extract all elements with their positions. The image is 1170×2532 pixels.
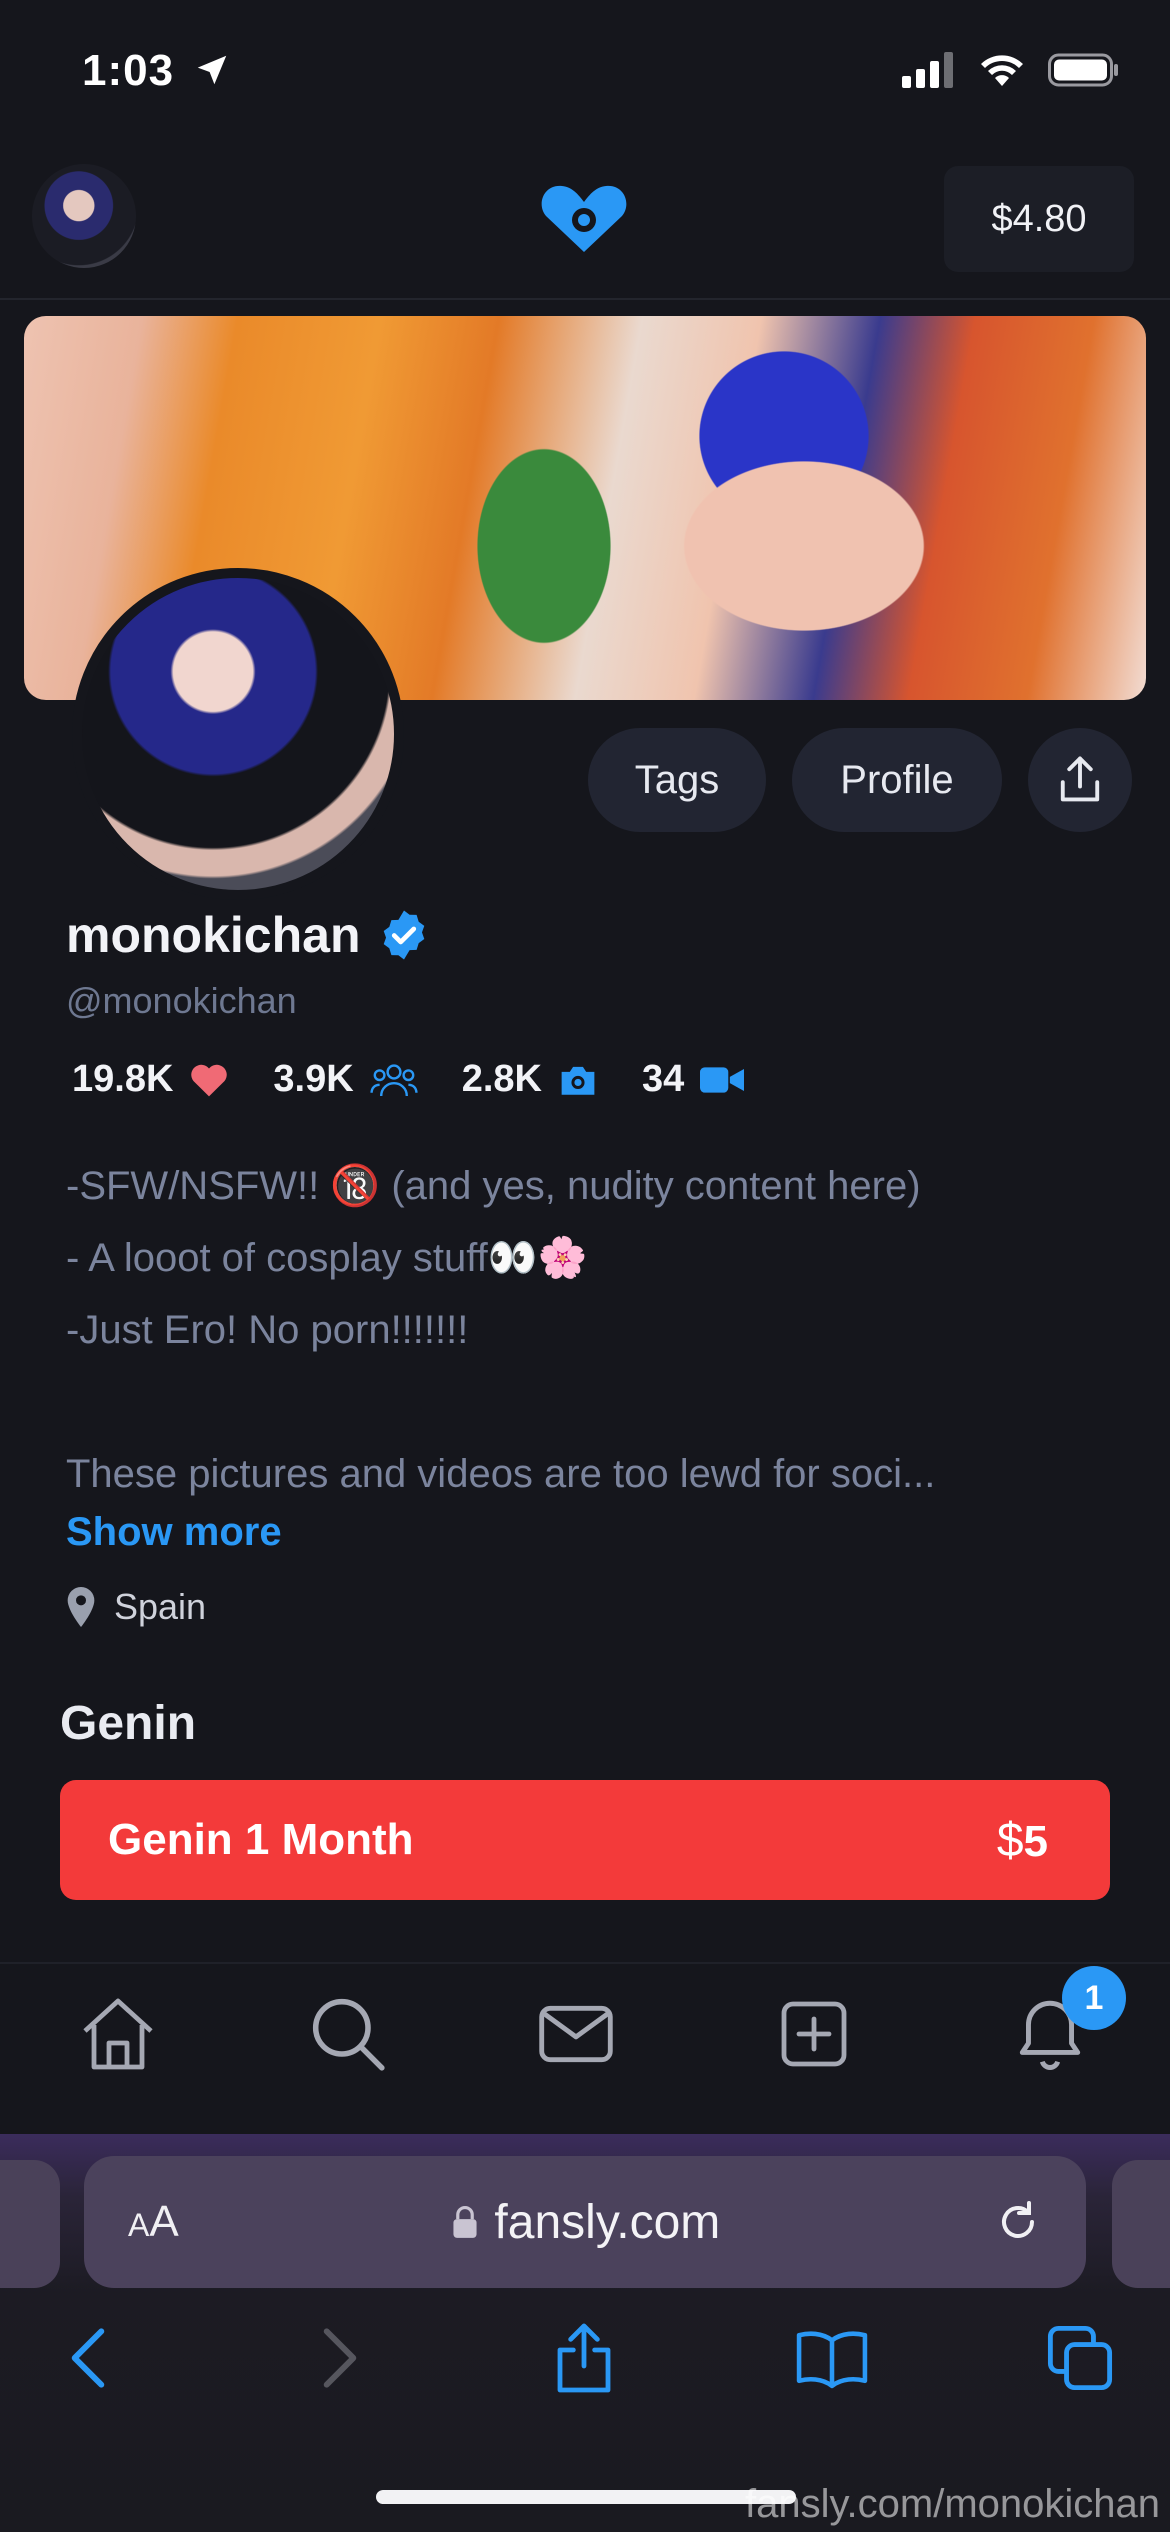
- wallet-balance-button[interactable]: $4.80: [944, 166, 1134, 272]
- battery-icon: [1048, 53, 1118, 87]
- tags-button[interactable]: Tags: [588, 728, 766, 832]
- share-profile-button[interactable]: [1028, 728, 1132, 832]
- fansly-heart-logo-icon[interactable]: [538, 180, 630, 261]
- tier-label: Genin 1 Month: [108, 1815, 414, 1864]
- share-icon: [1060, 756, 1100, 802]
- tier-price: $5: [996, 1813, 1048, 1867]
- adjacent-tab-right[interactable]: [1112, 2160, 1170, 2288]
- bookmarks-icon[interactable]: [792, 2318, 872, 2398]
- heart-icon: [191, 1064, 228, 1096]
- video-icon: [700, 1066, 745, 1093]
- create-post-icon[interactable]: [772, 1992, 856, 2076]
- notification-count-badge: 1: [1062, 1966, 1126, 2030]
- home-indicator: [376, 2490, 796, 2504]
- username-handle: @monokichan: [66, 980, 297, 1021]
- profile-stats: 19.8K 3.9K 2.8K 34: [72, 1058, 745, 1101]
- subscribe-tier-button[interactable]: Genin 1 Month $5: [60, 1780, 1110, 1900]
- profile-button[interactable]: Profile: [792, 728, 1002, 832]
- profile-bio: -SFW/NSFW!! 🔞 (and yes, nudity content h…: [66, 1150, 1116, 1510]
- back-icon[interactable]: [48, 2318, 128, 2398]
- forward-icon[interactable]: [300, 2318, 380, 2398]
- bio-line: -SFW/NSFW!! 🔞 (and yes, nudity content h…: [66, 1164, 921, 1208]
- profile-avatar[interactable]: [72, 568, 404, 900]
- tier-heading: Genin: [60, 1697, 197, 1750]
- my-avatar[interactable]: [32, 164, 136, 268]
- likes-stat[interactable]: 19.8K: [72, 1058, 229, 1101]
- lock-icon: [453, 2206, 477, 2238]
- messages-icon[interactable]: [534, 1992, 618, 2076]
- verified-badge-icon: [384, 910, 425, 960]
- bio-line: These pictures and videos are too lewd f…: [66, 1452, 936, 1496]
- signal-icon: [902, 52, 953, 88]
- reload-icon[interactable]: [994, 2198, 1042, 2246]
- status-icons: [902, 52, 1120, 88]
- followers-icon: [370, 1063, 418, 1096]
- wifi-icon: [981, 55, 1023, 86]
- balance-amount: $4.80: [991, 197, 1087, 240]
- text-size-button[interactable]: AA: [128, 2197, 179, 2247]
- camera-icon: [561, 1066, 595, 1095]
- home-icon[interactable]: [76, 1992, 160, 2076]
- show-more-link[interactable]: Show more: [66, 1510, 282, 1555]
- status-time: 1:03: [82, 46, 231, 96]
- location-arrow-icon: [198, 55, 227, 85]
- url-display[interactable]: fansly.com: [452, 2195, 720, 2250]
- location: Spain: [66, 1586, 206, 1628]
- watermark: fansly.com/monokichan: [745, 2482, 1160, 2526]
- adjacent-tab-left[interactable]: [0, 2160, 60, 2288]
- map-pin-icon: [67, 1587, 95, 1627]
- address-bar[interactable]: AA fansly.com: [84, 2156, 1086, 2288]
- videos-stat[interactable]: 34: [642, 1058, 745, 1101]
- bio-spacer: [66, 1366, 1116, 1438]
- photos-stat[interactable]: 2.8K: [462, 1058, 598, 1101]
- followers-stat[interactable]: 3.9K: [273, 1058, 418, 1101]
- bio-line: -Just Ero! No porn!!!!!!!: [66, 1308, 469, 1352]
- search-icon[interactable]: [306, 1992, 390, 2076]
- bio-line: - A looot of cosplay stuff👀🌸: [66, 1236, 588, 1280]
- tabs-icon[interactable]: [1040, 2318, 1120, 2398]
- share-icon[interactable]: [544, 2318, 624, 2398]
- display-name: monokichan: [66, 906, 432, 964]
